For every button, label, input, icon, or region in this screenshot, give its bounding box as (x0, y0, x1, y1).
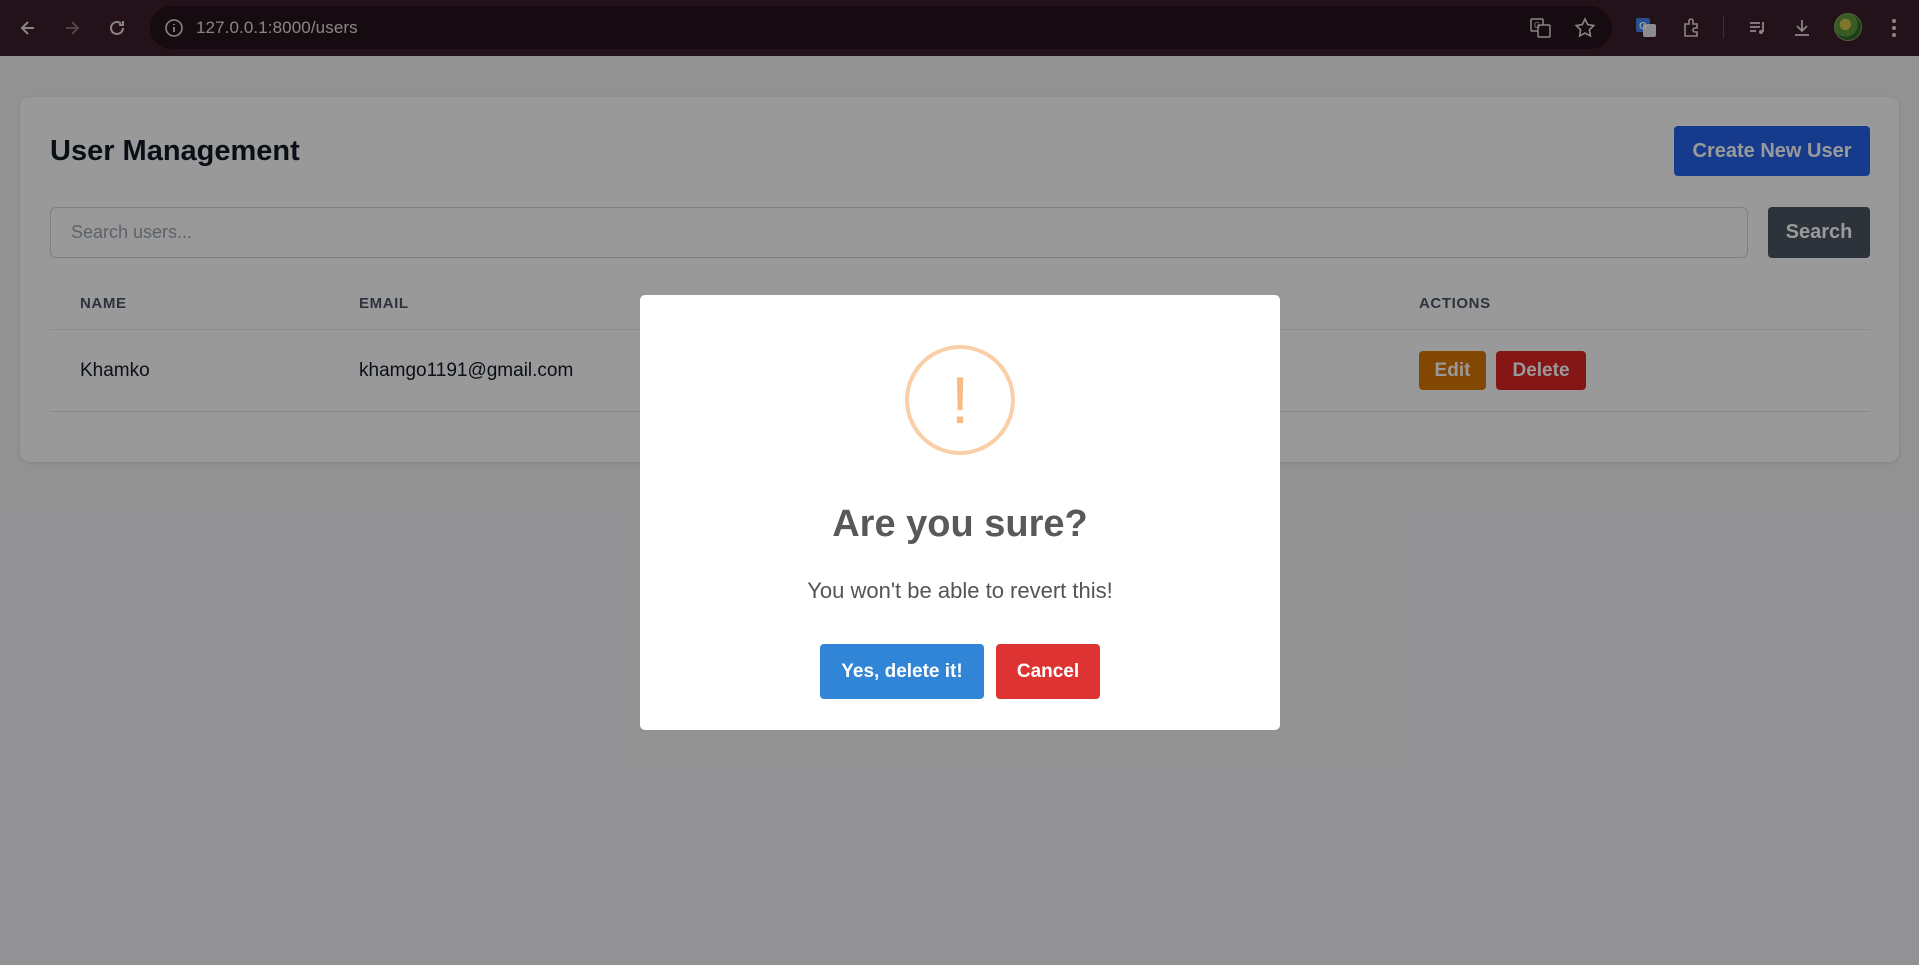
dialog-message: You won't be able to revert this! (807, 578, 1113, 603)
dialog-title: Are you sure? (832, 503, 1088, 545)
warning-icon: ! (905, 345, 1015, 455)
confirm-delete-dialog: ! Are you sure? You won't be able to rev… (640, 295, 1280, 730)
cancel-button[interactable]: Cancel (996, 644, 1100, 699)
confirm-delete-button[interactable]: Yes, delete it! (820, 644, 984, 699)
